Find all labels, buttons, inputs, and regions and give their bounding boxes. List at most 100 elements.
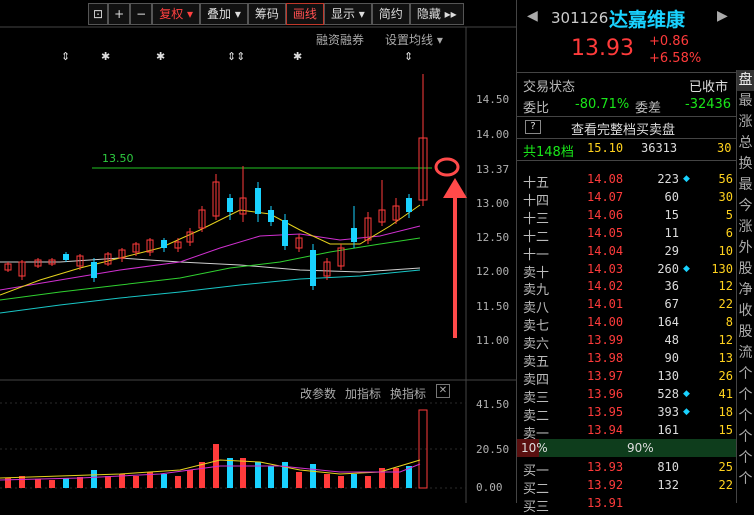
ask-level-row[interactable]: 十五 14.08 223 ◆ 56	[517, 170, 737, 191]
ask-level-price: 13.99	[587, 333, 624, 348]
bid-ask-ratio-label: 委比	[523, 101, 550, 116]
bid-level-count: 25	[718, 460, 733, 474]
side-tab[interactable]: 最	[737, 175, 754, 196]
ask-level-row[interactable]: 卖二 13.95 393 ◆ 18	[517, 403, 737, 424]
ma-line-white	[0, 257, 421, 273]
ask-level-price: 14.04	[587, 243, 624, 258]
side-tab[interactable]: 个	[737, 427, 754, 448]
ask-level-row[interactable]: 卖七 14.00 164 8	[517, 313, 737, 334]
ask-level-volume: 15	[664, 207, 679, 222]
ask-level-row[interactable]: 十四 14.07 60 30	[517, 188, 737, 209]
candles	[4, 74, 428, 290]
ma-line-yellow	[0, 204, 421, 296]
ask-level-price: 13.97	[587, 368, 624, 383]
ask-level-price: 14.07	[587, 189, 624, 204]
stock-code: 301126	[551, 9, 609, 27]
ask-level-price: 13.94	[587, 422, 624, 437]
ask-level-volume: 528	[657, 386, 679, 401]
ask-level-volume: 11	[664, 225, 679, 240]
buy-sell-split-bar: 10% 90%	[517, 439, 737, 457]
ask-level-row[interactable]: 十一 14.04 29 10	[517, 242, 737, 263]
ask-level-volume: 260	[657, 261, 679, 276]
ask-level-count: 15	[718, 422, 733, 437]
bid-level-row[interactable]: 买三 13.91	[517, 494, 737, 515]
ask-level-count: 10	[718, 243, 733, 258]
ask-level-volume: 223	[657, 172, 679, 186]
side-tab[interactable]: 股	[737, 322, 754, 343]
ask-level-count: 5	[725, 207, 733, 222]
side-tab[interactable]: 个	[737, 385, 754, 406]
bid-level-row[interactable]: 买一 13.93 810 25	[517, 458, 737, 479]
ask-level-row[interactable]: 卖九 14.02 36 12	[517, 277, 737, 298]
side-tab[interactable]: 个	[737, 448, 754, 469]
help-icon[interactable]: ?	[525, 120, 541, 134]
ask-level-price: 13.96	[587, 386, 624, 401]
ask-level-row[interactable]: 卖八 14.01 67 22	[517, 295, 737, 316]
ask-level-count: 30	[718, 189, 733, 204]
side-tab[interactable]: 净	[737, 280, 754, 301]
ask-level-price: 14.05	[587, 225, 624, 240]
annotation-arrowhead	[443, 178, 467, 198]
side-tab[interactable]: 收	[737, 301, 754, 322]
side-tab[interactable]: 换	[737, 154, 754, 175]
bid-level-label: 买三	[523, 499, 550, 515]
ask-level-count: 12	[718, 279, 733, 294]
side-tab[interactable]: 最	[737, 91, 754, 112]
ask-level-row[interactable]: 十二 14.05 11 6	[517, 224, 737, 245]
bid-level-count: 22	[718, 477, 733, 492]
ask-level-price: 14.02	[587, 279, 624, 294]
side-tab[interactable]: 个	[737, 364, 754, 385]
ask-level-row[interactable]: 卖六 13.99 48 12	[517, 331, 737, 352]
side-tab[interactable]: 总	[737, 133, 754, 154]
total-levels-count: 30	[717, 141, 732, 155]
side-tab[interactable]: 今	[737, 196, 754, 217]
side-tab[interactable]: 盘	[737, 70, 754, 91]
ask-level-count: 12	[718, 333, 733, 348]
status-value: 已收市	[689, 80, 729, 95]
stock-name: 达嘉维康	[609, 9, 686, 31]
big-order-icon: ◆	[683, 388, 690, 399]
ask-level-price: 14.03	[587, 261, 624, 276]
side-tab[interactable]: 涨	[737, 217, 754, 238]
bid-ask-ratio-value: -80.71%	[575, 97, 630, 112]
price-change-pct: +6.58%	[649, 51, 702, 66]
ask-level-count: 22	[718, 297, 733, 312]
prev-stock-icon[interactable]: ◀	[527, 8, 538, 24]
ask-level-price: 14.08	[587, 172, 624, 186]
ma-line-green	[0, 237, 421, 301]
side-tab[interactable]: 个	[737, 469, 754, 490]
ask-level-row[interactable]: 十三 14.06 15 5	[517, 206, 737, 227]
side-tab[interactable]: 外	[737, 238, 754, 259]
ask-level-price: 14.01	[587, 297, 624, 312]
ask-level-row[interactable]: 卖三 13.96 528 ◆ 41	[517, 385, 737, 406]
side-tab[interactable]: 涨	[737, 112, 754, 133]
ask-level-count: 18	[718, 404, 733, 419]
big-order-icon: ◆	[683, 263, 690, 274]
ask-level-volume: 393	[657, 404, 679, 419]
full-order-book-link[interactable]: 查看完整档买卖盘	[571, 119, 675, 138]
side-tab-strip: 盘最涨总换最今涨外股净收股流个个个个个个	[736, 70, 754, 503]
next-stock-icon[interactable]: ▶	[717, 8, 728, 24]
total-levels-price: 15.10	[587, 141, 624, 155]
price-change: +0.86	[649, 34, 689, 49]
ask-level-row[interactable]: 卖四 13.97 130 26	[517, 367, 737, 388]
bid-level-row[interactable]: 买二 13.92 132 22	[517, 476, 737, 497]
ask-level-volume: 48	[664, 333, 679, 348]
ask-level-price: 13.98	[587, 351, 624, 365]
ask-level-count: 26	[718, 368, 733, 383]
side-tab[interactable]: 股	[737, 259, 754, 280]
bid-ask-diff-label: 委差	[635, 101, 662, 116]
ask-level-volume: 161	[657, 422, 679, 437]
split-left-pct: 10%	[521, 441, 548, 455]
quote-panel: ◀ 301126 达嘉维康 ▶ 13.93 +0.86 +6.58% 交易状态 …	[516, 0, 754, 515]
ask-level-row[interactable]: 卖一 13.94 161 15	[517, 421, 737, 442]
total-levels-row: 共148档 15.10 36313 30	[517, 139, 737, 160]
ask-level-row[interactable]: 卖五 13.98 90 13	[517, 349, 737, 370]
big-order-icon: ◆	[683, 174, 690, 184]
side-tab[interactable]: 流	[737, 343, 754, 364]
last-price: 13.93	[571, 36, 634, 61]
bid-level-volume: 132	[657, 477, 679, 492]
ask-level-row[interactable]: 卖十 14.03 260 ◆ 130	[517, 260, 737, 281]
status-label: 交易状态	[523, 80, 576, 95]
side-tab[interactable]: 个	[737, 406, 754, 427]
